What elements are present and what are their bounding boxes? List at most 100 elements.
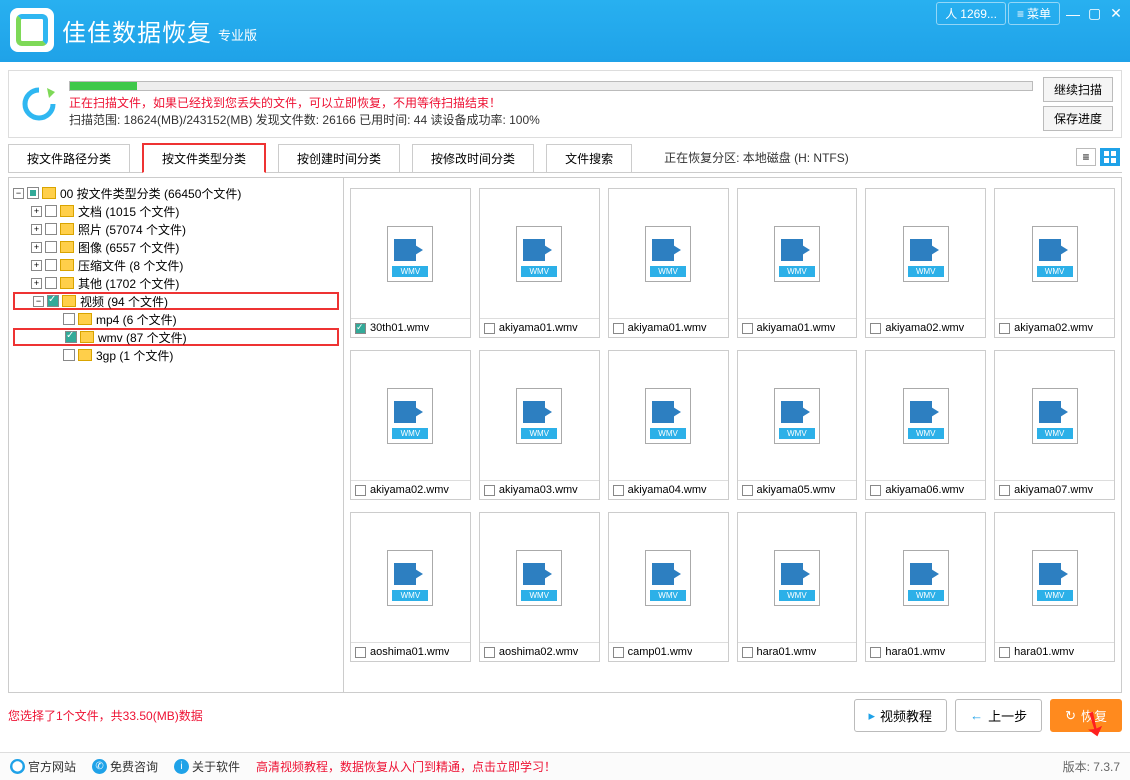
- prev-step-button[interactable]: ←上一步: [955, 699, 1042, 732]
- file-grid[interactable]: WMV30th01.wmvWMVakiyama01.wmvWMVakiyama0…: [344, 177, 1122, 693]
- checkbox[interactable]: [45, 205, 57, 217]
- file-name: 30th01.wmv: [370, 322, 429, 334]
- file-checkbox[interactable]: [484, 647, 495, 658]
- file-checkbox[interactable]: [613, 323, 624, 334]
- tree-node-archives[interactable]: 压缩文件 (8 个文件): [78, 257, 183, 274]
- official-site-link[interactable]: ⬤官方网站: [10, 758, 76, 775]
- tab-file-search[interactable]: 文件搜索: [546, 144, 632, 172]
- expand-icon[interactable]: −: [33, 296, 44, 307]
- file-thumb[interactable]: WMVakiyama06.wmv: [865, 350, 986, 500]
- minimize-icon[interactable]: —: [1062, 6, 1082, 22]
- tree-node-wmv[interactable]: wmv (87 个文件): [98, 329, 187, 346]
- checkbox[interactable]: [45, 277, 57, 289]
- menu-button[interactable]: ≡菜单: [1008, 2, 1060, 25]
- expand-icon[interactable]: +: [31, 278, 42, 289]
- file-thumb[interactable]: WMVakiyama07.wmv: [994, 350, 1115, 500]
- filetype-tree[interactable]: − 00 按文件类型分类 (66450个文件) + 文档 (1015 个文件) + 照…: [8, 177, 344, 693]
- tab-by-create-time[interactable]: 按创建时间分类: [278, 144, 400, 172]
- scan-stats-text: 扫描范围: 18624(MB)/243152(MB) 发现文件数: 26166 …: [69, 111, 1033, 128]
- close-icon[interactable]: ✕: [1106, 5, 1126, 22]
- file-thumb[interactable]: WMVhara01.wmv: [865, 512, 986, 662]
- checkbox[interactable]: [27, 187, 39, 199]
- tree-node-images[interactable]: 图像 (6557 个文件): [78, 239, 179, 256]
- file-thumb[interactable]: WMVakiyama02.wmv: [350, 350, 471, 500]
- file-thumb[interactable]: WMVhara01.wmv: [737, 512, 858, 662]
- expand-icon[interactable]: −: [13, 188, 24, 199]
- tree-node-mp4[interactable]: mp4 (6 个文件): [96, 311, 177, 328]
- recover-button[interactable]: ↻恢复: [1050, 699, 1122, 732]
- view-grid-icon[interactable]: [1100, 148, 1120, 166]
- file-checkbox[interactable]: [742, 647, 753, 658]
- file-checkbox[interactable]: [355, 647, 366, 658]
- folder-icon: [78, 313, 92, 325]
- file-thumb[interactable]: WMVakiyama01.wmv: [737, 188, 858, 338]
- expand-icon[interactable]: +: [31, 224, 42, 235]
- file-checkbox[interactable]: [999, 323, 1010, 334]
- file-thumb[interactable]: WMVaoshima01.wmv: [350, 512, 471, 662]
- file-thumb[interactable]: WMVakiyama01.wmv: [479, 188, 600, 338]
- folder-icon: [60, 259, 74, 271]
- checkbox[interactable]: [63, 313, 75, 325]
- main-area: − 00 按文件类型分类 (66450个文件) + 文档 (1015 个文件) + 照…: [8, 177, 1122, 693]
- file-checkbox[interactable]: [870, 647, 881, 658]
- file-checkbox[interactable]: [355, 323, 366, 334]
- refresh-icon: [17, 84, 61, 124]
- tree-node-other[interactable]: 其他 (1702 个文件): [78, 275, 179, 292]
- file-thumb[interactable]: WMVakiyama01.wmv: [608, 188, 729, 338]
- tree-node-docs[interactable]: 文档 (1015 个文件): [78, 203, 179, 220]
- file-thumb[interactable]: WMVaoshima02.wmv: [479, 512, 600, 662]
- file-thumb[interactable]: WMVakiyama05.wmv: [737, 350, 858, 500]
- file-checkbox[interactable]: [742, 485, 753, 496]
- checkbox[interactable]: [45, 259, 57, 271]
- checkbox[interactable]: [45, 241, 57, 253]
- file-checkbox[interactable]: [742, 323, 753, 334]
- file-checkbox[interactable]: [613, 647, 624, 658]
- tree-node-photos[interactable]: 照片 (57074 个文件): [78, 221, 186, 238]
- tree-node-3gp[interactable]: 3gp (1 个文件): [96, 347, 173, 364]
- file-thumb[interactable]: WMVakiyama02.wmv: [994, 188, 1115, 338]
- chat-icon: ✆: [92, 759, 107, 774]
- file-checkbox[interactable]: [870, 323, 881, 334]
- file-checkbox[interactable]: [613, 485, 624, 496]
- file-checkbox[interactable]: [870, 485, 881, 496]
- file-checkbox[interactable]: [355, 485, 366, 496]
- maximize-icon[interactable]: ▢: [1084, 5, 1104, 22]
- user-button[interactable]: 人1269...: [936, 2, 1006, 25]
- video-tutorial-button[interactable]: ▸视频教程: [854, 699, 948, 732]
- wmv-file-icon: WMV: [387, 388, 433, 444]
- wmv-file-icon: WMV: [774, 226, 820, 282]
- file-thumb[interactable]: WMVakiyama03.wmv: [479, 350, 600, 500]
- folder-icon: [42, 187, 56, 199]
- file-checkbox[interactable]: [484, 323, 495, 334]
- wmv-file-icon: WMV: [387, 550, 433, 606]
- file-checkbox[interactable]: [999, 485, 1010, 496]
- expand-icon[interactable]: +: [31, 242, 42, 253]
- expand-icon[interactable]: +: [31, 260, 42, 271]
- file-thumb[interactable]: WMVhara01.wmv: [994, 512, 1115, 662]
- continue-scan-button[interactable]: 继续扫描: [1043, 77, 1113, 102]
- save-progress-button[interactable]: 保存进度: [1043, 106, 1113, 131]
- file-thumb[interactable]: WMVakiyama04.wmv: [608, 350, 729, 500]
- file-checkbox[interactable]: [999, 647, 1010, 658]
- tree-node-video[interactable]: 视频 (94 个文件): [80, 293, 168, 310]
- play-icon: ▸: [869, 708, 876, 724]
- expand-icon[interactable]: +: [31, 206, 42, 217]
- tab-by-path[interactable]: 按文件路径分类: [8, 144, 130, 172]
- checkbox[interactable]: [65, 331, 77, 343]
- file-name: akiyama04.wmv: [628, 484, 707, 496]
- promo-text[interactable]: 高清视频教程，数据恢复从入门到精通，点击立即学习！: [256, 758, 556, 775]
- tab-by-filetype[interactable]: 按文件类型分类: [142, 143, 266, 173]
- file-name: akiyama01.wmv: [499, 322, 578, 334]
- about-link[interactable]: i关于软件: [174, 758, 240, 775]
- free-consult-link[interactable]: ✆免费咨询: [92, 758, 158, 775]
- checkbox[interactable]: [45, 223, 57, 235]
- file-checkbox[interactable]: [484, 485, 495, 496]
- tab-by-modify-time[interactable]: 按修改时间分类: [412, 144, 534, 172]
- file-thumb[interactable]: WMVcamp01.wmv: [608, 512, 729, 662]
- file-thumb[interactable]: WMV30th01.wmv: [350, 188, 471, 338]
- view-list-icon[interactable]: ≡: [1076, 148, 1096, 166]
- file-thumb[interactable]: WMVakiyama02.wmv: [865, 188, 986, 338]
- checkbox[interactable]: [47, 295, 59, 307]
- checkbox[interactable]: [63, 349, 75, 361]
- tree-root[interactable]: 00 按文件类型分类 (66450个文件): [60, 185, 241, 202]
